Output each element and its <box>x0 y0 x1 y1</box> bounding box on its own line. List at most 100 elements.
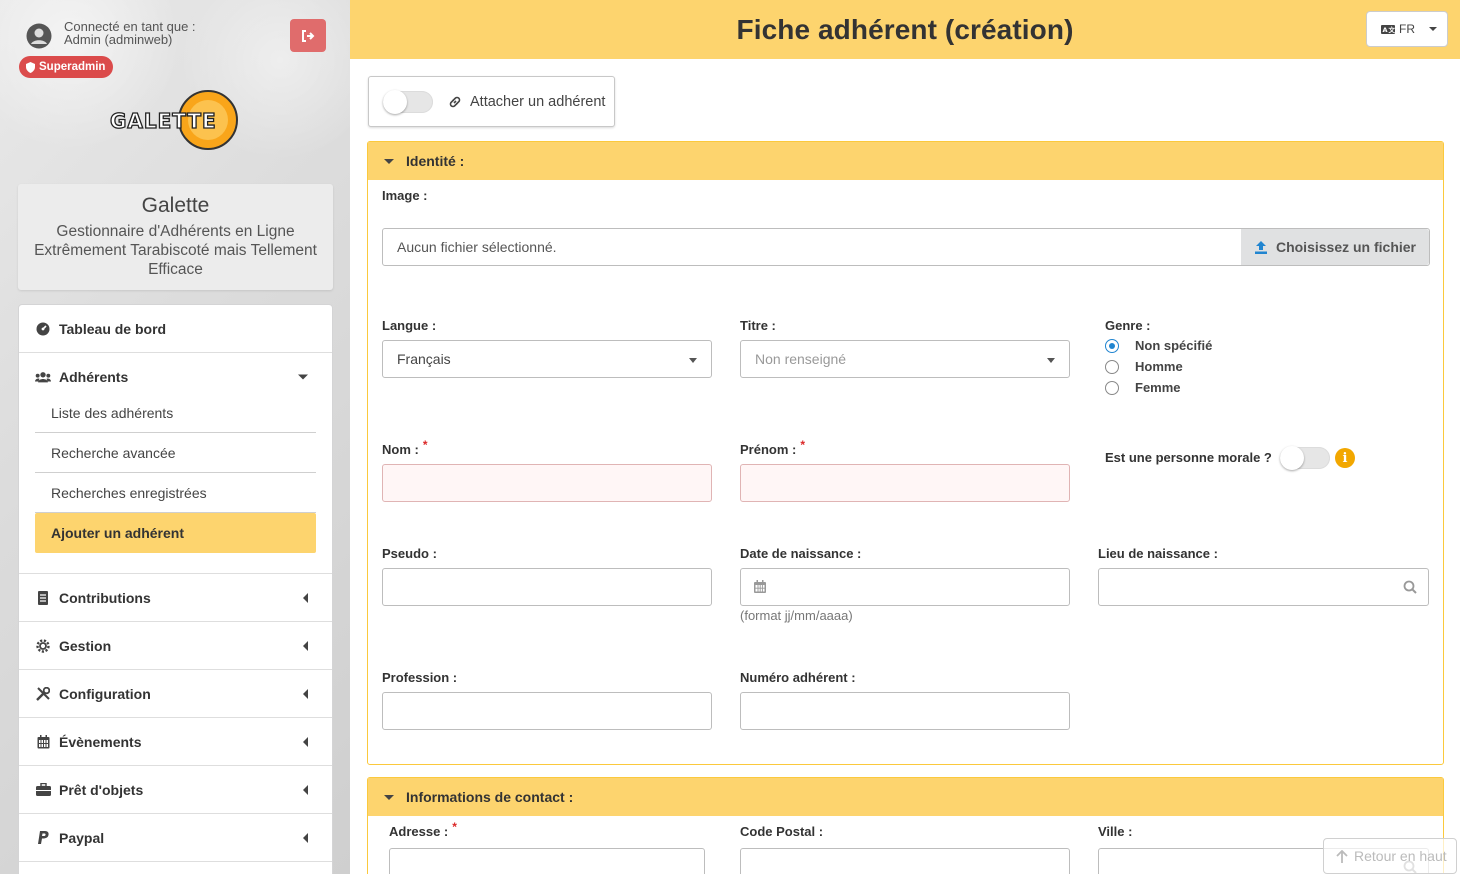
chevron-down-icon <box>1429 27 1437 31</box>
menu-label: Gestion <box>59 637 112 654</box>
cogs-icon <box>35 638 51 654</box>
radio-icon <box>1105 380 1119 395</box>
gender-radio-male[interactable]: Homme <box>1105 359 1183 374</box>
app-description: Gestionnaire d'Adhérents en Ligne Extrêm… <box>34 223 317 278</box>
info-icon[interactable]: i <box>1335 448 1355 468</box>
brand-box: Galette Gestionnaire d'Adhérents en Lign… <box>18 184 333 290</box>
menu-item-management[interactable]: Gestion <box>19 622 332 670</box>
contact-panel-header[interactable]: Informations de contact : <box>368 778 1443 816</box>
menu-label: Paypal <box>59 829 105 846</box>
gender-option-label: Non spécifié <box>1135 338 1213 353</box>
dropdown-icon <box>689 358 697 363</box>
birthdate-format-hint: (format jj/mm/aaaa) <box>740 608 853 623</box>
main-menu: Tableau de bord Adhérents Liste des adhé… <box>18 304 333 874</box>
svg-text:GALETTE: GALETTE <box>110 109 217 133</box>
gender-radio-female[interactable]: Femme <box>1105 380 1181 395</box>
menu-label: Contributions <box>59 589 151 606</box>
menu-item-more[interactable] <box>19 862 332 874</box>
contact-heading: Informations de contact : <box>406 789 574 805</box>
member-number-input[interactable] <box>740 692 1070 730</box>
birthplace-label: Lieu de naissance : <box>1098 546 1218 561</box>
menu-item-contributions[interactable]: Contributions <box>19 574 332 622</box>
chevron-left-icon <box>303 688 308 699</box>
svg-text:文: 文 <box>1388 25 1396 34</box>
name-label: Nom : * <box>382 438 428 457</box>
gender-radio-unspecified[interactable]: Non spécifié <box>1105 338 1212 353</box>
calendar-icon <box>35 734 51 750</box>
chevron-down-icon <box>384 158 394 164</box>
app-name: Galette <box>141 194 210 217</box>
members-submenu: Liste des adhérents Recherche avancée Re… <box>19 393 332 574</box>
language-code: FR <box>1399 22 1415 36</box>
superadmin-badge: Superadmin <box>19 56 114 78</box>
menu-item-events[interactable]: Évènements <box>19 718 332 766</box>
choose-file-button[interactable]: Choisissez un fichier <box>1241 229 1429 265</box>
logout-button[interactable] <box>290 19 326 52</box>
menu-item-members[interactable]: Adhérents <box>19 353 332 401</box>
nickname-input[interactable] <box>382 568 712 606</box>
attach-member-label: Attacher un adhérent <box>470 93 606 110</box>
address-input[interactable] <box>389 848 705 874</box>
submenu-item-advanced-search[interactable]: Recherche avancée <box>35 433 316 473</box>
chevron-down-icon <box>384 794 394 800</box>
galette-logo: GALETTE <box>109 90 238 150</box>
menu-item-paypal[interactable]: Paypal <box>19 814 332 862</box>
image-label: Image : <box>382 188 428 203</box>
job-input[interactable] <box>382 692 712 730</box>
submenu-item-saved-searches[interactable]: Recherches enregistrées <box>35 473 316 513</box>
upload-icon <box>1254 241 1267 254</box>
chevron-left-icon <box>303 592 308 603</box>
language-select[interactable]: Français <box>382 340 712 378</box>
language-dropdown[interactable]: A文 FR <box>1366 11 1448 47</box>
sidebar: Connecté en tant que : Admin (adminweb) … <box>0 0 350 874</box>
page-title: Fiche adhérent (création) <box>736 13 1074 45</box>
choose-file-label: Choisissez un fichier <box>1275 239 1417 255</box>
language-label: Langue : <box>382 318 437 333</box>
back-to-top-label: Retour en haut <box>1354 848 1447 864</box>
calendar-icon <box>754 580 766 593</box>
login-info: Connecté en tant que : Admin (adminweb) <box>26 20 196 49</box>
back-to-top-button[interactable]: Retour en haut <box>1323 838 1457 874</box>
chevron-down-icon <box>298 374 308 380</box>
chevron-left-icon <box>303 736 308 747</box>
zip-label: Code Postal : <box>740 824 824 839</box>
language-select-value: Français <box>397 351 451 367</box>
menu-label: Prêt d'objets <box>59 781 144 798</box>
birthplace-input[interactable] <box>1098 568 1429 606</box>
menu-item-objects-lend[interactable]: Prêt d'objets <box>19 766 332 814</box>
receipt-icon <box>35 590 51 606</box>
attach-member-toggle[interactable] <box>383 89 433 114</box>
menu-item-configuration[interactable]: Configuration <box>19 670 332 718</box>
dashboard-icon <box>35 321 51 337</box>
legal-person-label: Est une personne morale ? <box>1105 450 1272 465</box>
menu-item-dashboard[interactable]: Tableau de bord <box>19 305 332 353</box>
nickname-label: Pseudo : <box>382 546 437 561</box>
arrow-up-icon <box>1336 849 1348 863</box>
briefcase-icon <box>35 782 51 798</box>
menu-label: Adhérents <box>59 369 129 385</box>
menu-label: Tableau de bord <box>59 320 167 337</box>
attach-member-box: Attacher un adhérent <box>368 76 615 127</box>
menu-label: Évènements <box>59 733 142 750</box>
required-mark: * <box>452 820 457 834</box>
sign-out-icon <box>302 29 315 42</box>
identity-heading: Identité : <box>406 153 465 169</box>
birthdate-input[interactable] <box>740 568 1070 606</box>
identity-panel-header[interactable]: Identité : <box>368 142 1443 180</box>
firstname-label: Prénom : * <box>740 438 806 457</box>
language-icon: A文 <box>1381 24 1396 34</box>
title-select[interactable]: Non renseigné <box>740 340 1070 378</box>
paypal-icon <box>35 830 51 846</box>
title-select-value: Non renseigné <box>755 351 847 367</box>
gender-option-label: Femme <box>1135 380 1181 395</box>
legal-person-toggle[interactable] <box>1280 446 1330 470</box>
submenu-item-add-member[interactable]: Ajouter un adhérent <box>35 513 316 553</box>
firstname-input[interactable] <box>740 464 1070 502</box>
badge-label: Superadmin <box>39 61 106 73</box>
name-input[interactable] <box>382 464 712 502</box>
image-file-input[interactable]: Aucun fichier sélectionné. Choisissez un… <box>382 228 1430 266</box>
menu-label: Configuration <box>59 685 151 702</box>
zip-input[interactable] <box>740 848 1070 874</box>
link-icon <box>449 96 461 107</box>
radio-checked-icon <box>1105 338 1119 353</box>
